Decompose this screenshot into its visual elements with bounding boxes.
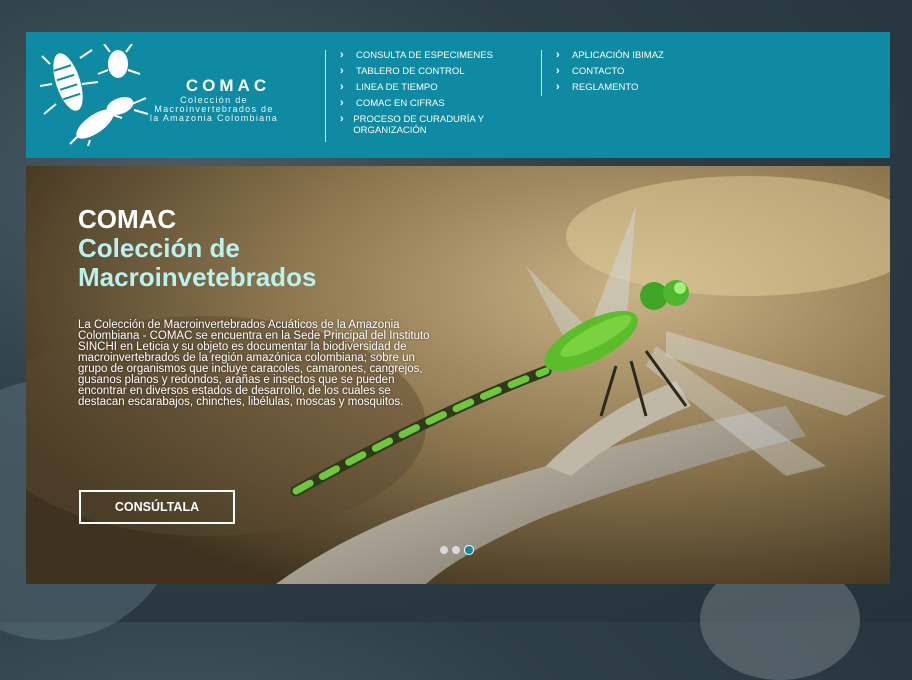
nav-item-proceso-curaduria[interactable]: › PROCESO DE CURADURÍA Y ORGANIZACIÓN	[340, 113, 490, 137]
nav-item-label: REGLAMENTO	[572, 82, 639, 93]
site-header: COMAC Colección de Macroinvertebrados de…	[26, 32, 890, 158]
chevron-right-icon: ›	[340, 81, 344, 93]
nav-item-aplicacion-ibimaz[interactable]: › APLICACIÓN IBIMAZ	[556, 49, 726, 62]
chevron-right-icon: ›	[340, 65, 344, 77]
nav-item-linea-tiempo[interactable]: › LINEA DE TIEMPO	[340, 81, 510, 94]
nav-item-label: COMAC EN CIFRAS	[356, 98, 445, 109]
slider-dot[interactable]	[452, 546, 460, 554]
brand-subtitle-line: la Amazonia Colombiana	[149, 113, 279, 123]
hero-title: COMAC	[78, 204, 177, 234]
nav-item-tablero-control[interactable]: › TABLERO DE CONTROL	[340, 65, 510, 78]
hero-subtitle: Colección de Macroinvetebrados	[78, 233, 317, 292]
slider-dot[interactable]	[440, 546, 448, 554]
nav-item-label: APLICACIÓN IBIMAZ	[572, 50, 664, 61]
chevron-right-icon: ›	[556, 65, 560, 77]
nav-item-comac-cifras[interactable]: › COMAC EN CIFRAS	[340, 97, 510, 110]
brand-title[interactable]: COMAC	[166, 76, 290, 96]
nav-item-reglamento[interactable]: › REGLAMENTO	[556, 81, 726, 94]
nav-item-label: LINEA DE TIEMPO	[356, 82, 438, 93]
nav-item-label: PROCESO DE CURADURÍA Y ORGANIZACIÓN	[353, 114, 484, 136]
slider-dot-active[interactable]	[464, 545, 474, 555]
main-nav-column-2: › APLICACIÓN IBIMAZ › CONTACTO › REGLAME…	[541, 50, 726, 96]
main-nav-column-1: › CONSULTA DE ESPECIMENES › TABLERO DE C…	[325, 50, 510, 142]
nav-item-label: TABLERO DE CONTROL	[356, 66, 465, 77]
consultala-button[interactable]: CONSÚLTALA	[79, 490, 235, 524]
hero-description: La Colección de Macroinvertebrados Acuát…	[78, 319, 430, 408]
chevron-right-icon: ›	[340, 49, 344, 61]
chevron-right-icon: ›	[556, 81, 560, 93]
nav-item-consulta-especimenes[interactable]: › CONSULTA DE ESPECIMENES	[340, 49, 510, 62]
chevron-right-icon: ›	[340, 97, 344, 109]
chevron-right-icon: ›	[556, 49, 560, 61]
nav-item-contacto[interactable]: › CONTACTO	[556, 65, 726, 78]
nav-item-label: CONTACTO	[572, 66, 625, 77]
hero-slider: COMAC Colección de Macroinvetebrados La …	[26, 166, 890, 584]
nav-item-label: CONSULTA DE ESPECIMENES	[356, 50, 493, 61]
brand-subtitle: Colección de Macroinvertebrados de la Am…	[134, 96, 294, 123]
insects-logo-icon[interactable]	[39, 43, 150, 147]
slider-pagination	[440, 545, 474, 555]
chevron-right-icon: ›	[340, 113, 344, 125]
